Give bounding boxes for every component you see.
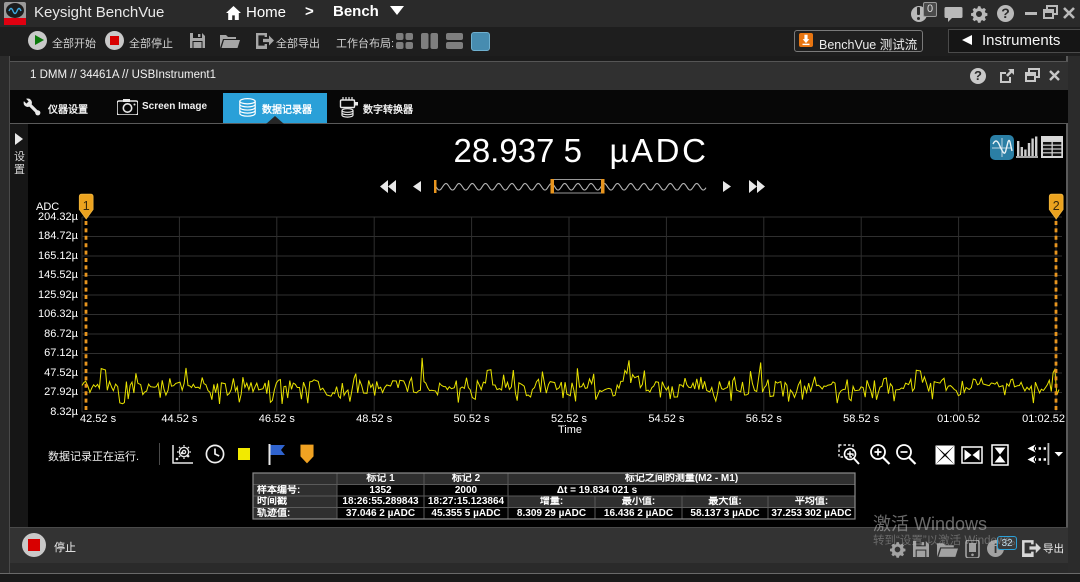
svg-text:2: 2: [1053, 199, 1060, 213]
svg-text:1: 1: [83, 199, 90, 213]
